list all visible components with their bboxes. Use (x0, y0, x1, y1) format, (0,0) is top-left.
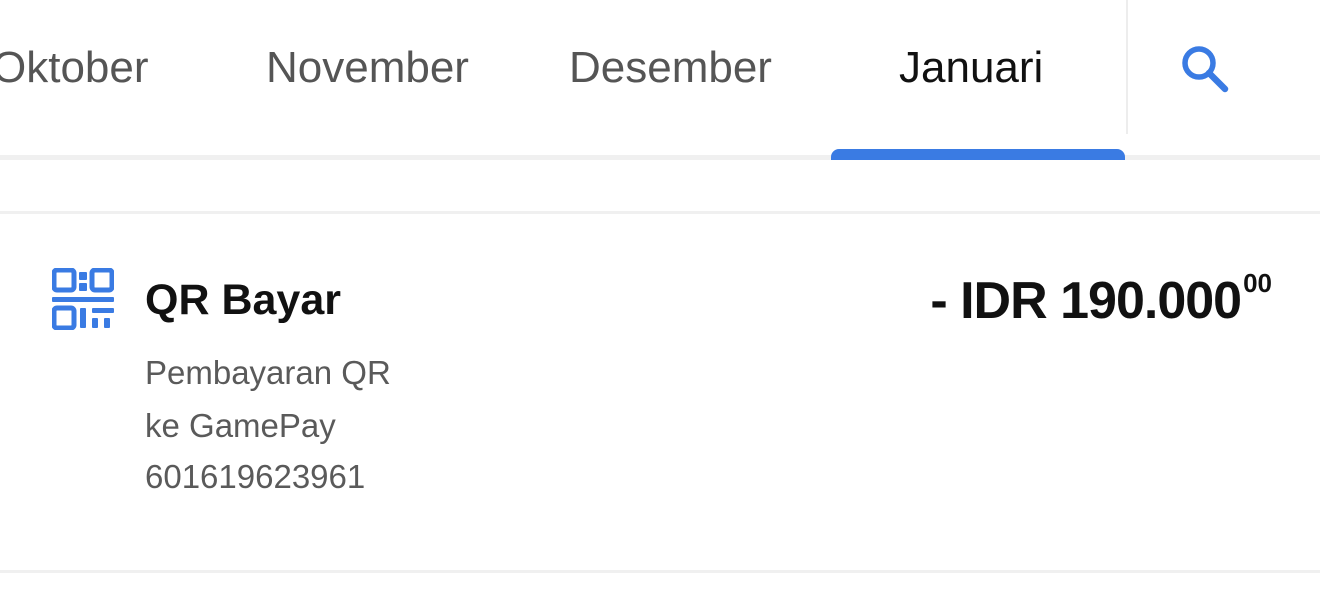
transaction-description-line: ke GamePay (145, 407, 336, 444)
search-divider (1126, 0, 1128, 134)
transaction-history-screen: Oktober November Desember Januari QR Bay… (0, 0, 1320, 607)
amount-cents: 00 (1243, 268, 1272, 298)
month-tab-bar: Oktober November Desember Januari (0, 0, 1320, 160)
tab-oktober[interactable]: Oktober (0, 40, 149, 96)
transaction-title: QR Bayar (145, 276, 341, 324)
transaction-amount: - IDR 190.00000 (930, 270, 1272, 331)
list-divider-bottom (0, 570, 1320, 573)
search-icon (1182, 46, 1229, 93)
tab-desember[interactable]: Desember (569, 40, 772, 96)
tab-januari[interactable]: Januari (899, 40, 1043, 96)
active-tab-indicator (831, 149, 1125, 160)
amount-value: - IDR 190.000 (930, 272, 1242, 330)
transaction-item[interactable]: QR Bayar Pembayaran QR ke GamePay 601619… (0, 214, 1320, 570)
search-button[interactable] (1172, 36, 1238, 102)
qr-code-icon (52, 268, 114, 330)
tab-november[interactable]: November (266, 40, 469, 96)
transaction-reference-number: 601619623961 (145, 458, 366, 495)
transaction-description-line: Pembayaran QR (145, 354, 391, 391)
